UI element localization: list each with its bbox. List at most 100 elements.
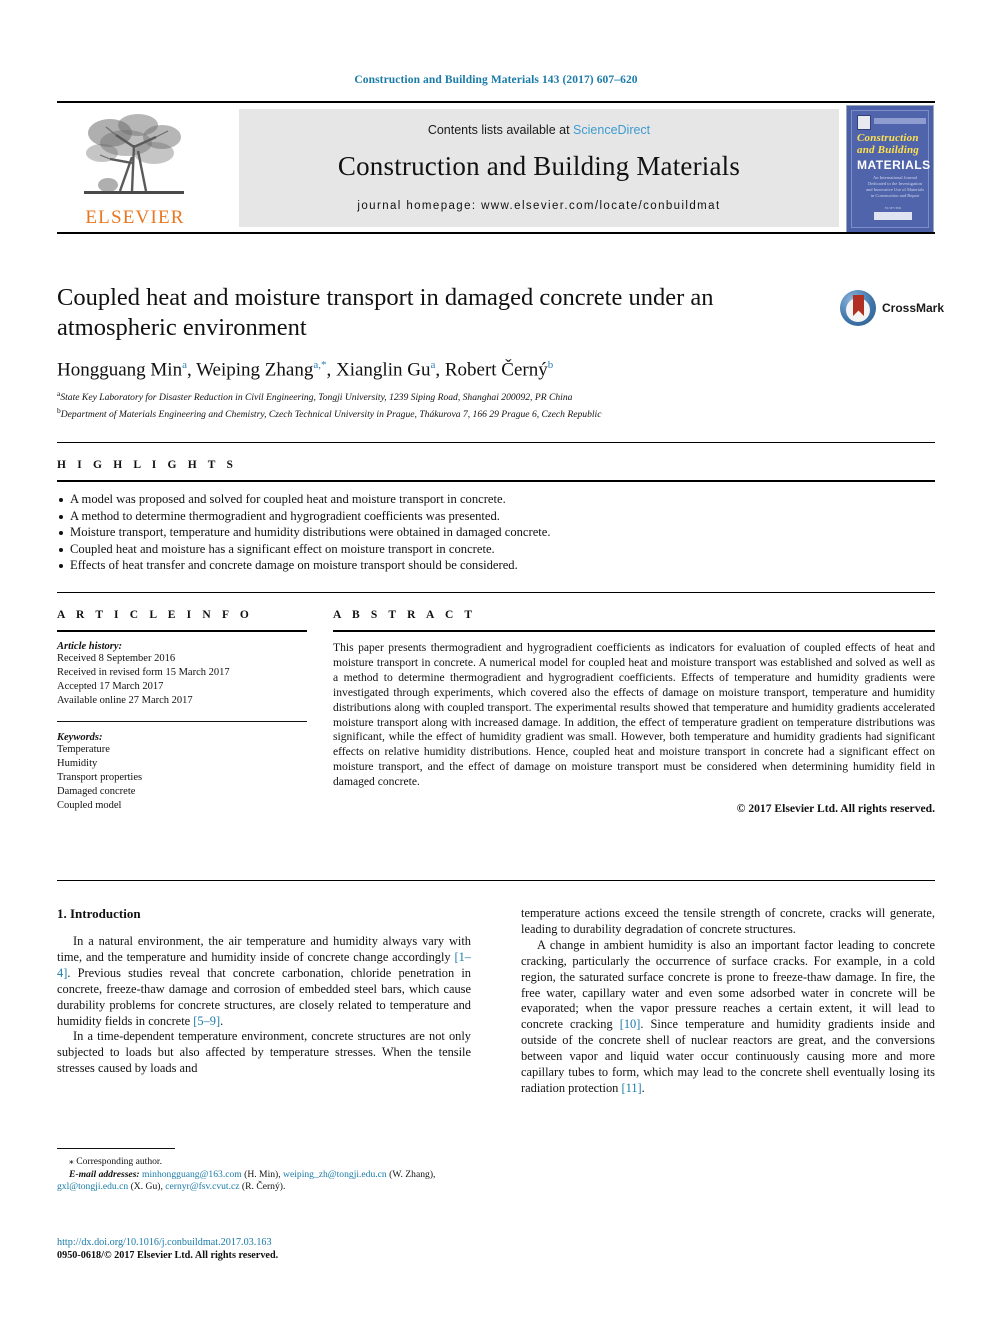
cover-title-line-2: and Building bbox=[857, 144, 920, 156]
author-name: Weiping Zhang bbox=[196, 359, 314, 381]
paragraph: In a time-dependent temperature environm… bbox=[57, 1029, 471, 1076]
article-history-label: Article history: bbox=[57, 641, 123, 652]
keywords-label: Keywords: bbox=[57, 732, 103, 743]
elsevier-wordmark: ELSEVIER bbox=[85, 207, 185, 228]
keyword-item: Temperature bbox=[57, 744, 110, 755]
journal-cover-thumbnail: Construction and Building MATERIALS An I… bbox=[846, 105, 934, 233]
affiliation-text: State Key Laboratory for Disaster Reduct… bbox=[60, 392, 573, 404]
citation-ref[interactable]: [10] bbox=[620, 1017, 641, 1031]
issn-copyright-line: 0950-0618/© 2017 Elsevier Ltd. All right… bbox=[57, 1250, 279, 1262]
article-history-item: Received in revised form 15 March 2017 bbox=[57, 667, 230, 678]
contents-line: Contents lists available at ScienceDirec… bbox=[239, 109, 839, 137]
email-owner: (X. Gu) bbox=[130, 1181, 161, 1193]
article-info-rule bbox=[57, 630, 307, 632]
highlights-heading: H I G H L I G H T S bbox=[57, 459, 238, 471]
journal-band: Contents lists available at ScienceDirec… bbox=[239, 109, 839, 227]
email-addresses-line: E-mail addresses: minhongguang@163.com (… bbox=[57, 1168, 436, 1193]
cover-top-bar bbox=[874, 118, 926, 124]
list-item: Moisture transport, temperature and humi… bbox=[57, 524, 935, 541]
affiliation-item: bDepartment of Materials Engineering and… bbox=[57, 405, 817, 422]
email-link[interactable]: cernyr@fsv.cvut.cz bbox=[165, 1181, 239, 1192]
running-head: Construction and Building Materials 143 … bbox=[354, 74, 638, 86]
list-item: A method to determine thermogradient and… bbox=[57, 508, 935, 525]
keyword-item: Coupled model bbox=[57, 800, 122, 811]
keywords-divider bbox=[57, 721, 307, 722]
list-item: Coupled heat and moisture has a signific… bbox=[57, 541, 935, 558]
paragraph: In a natural environment, the air temper… bbox=[57, 934, 471, 1028]
article-history-item: Available online 27 March 2017 bbox=[57, 695, 193, 706]
cover-footer-bar bbox=[874, 212, 912, 220]
list-item: Effects of heat transfer and concrete da… bbox=[57, 557, 935, 574]
corresponding-author-note: ⁎ Corresponding author. bbox=[69, 1156, 162, 1167]
highlights-section-rule bbox=[57, 592, 935, 593]
email-link[interactable]: weiping_zh@tongji.edu.cn bbox=[283, 1169, 387, 1180]
highlights-rule bbox=[57, 480, 935, 482]
cover-title-line-1: Construction bbox=[857, 132, 919, 144]
email-link[interactable]: minhongguang@163.com bbox=[142, 1169, 242, 1180]
page-title: Coupled heat and moisture transport in d… bbox=[57, 284, 714, 341]
title-block: Coupled heat and moisture transport in d… bbox=[57, 283, 817, 422]
article-info-heading: A R T I C L E I N F O bbox=[57, 609, 253, 621]
email-owner: (R. Černý) bbox=[241, 1181, 283, 1193]
crossmark-icon bbox=[840, 290, 876, 326]
footnote-block: ⁎ Corresponding author. E-mail addresses… bbox=[57, 1148, 471, 1194]
email-owner: (W. Zhang) bbox=[389, 1168, 434, 1180]
keyword-item: Humidity bbox=[57, 758, 98, 769]
cover-inner-panel: Construction and Building MATERIALS An I… bbox=[851, 110, 931, 228]
article-history-item: Accepted 17 March 2017 bbox=[57, 681, 164, 692]
affiliation-text: Department of Materials Engineering and … bbox=[60, 409, 602, 421]
citation-ref[interactable]: [11] bbox=[621, 1081, 641, 1095]
title-section-rule bbox=[57, 442, 935, 443]
author-affiliation-mark[interactable]: a,* bbox=[313, 359, 326, 371]
list-item: A model was proposed and solved for coup… bbox=[57, 491, 935, 508]
abstract-section: A B S T R A C T This paper presents ther… bbox=[333, 609, 935, 815]
journal-homepage-link[interactable]: journal homepage: www.elsevier.com/locat… bbox=[239, 200, 839, 212]
citation-ref[interactable]: [5–9] bbox=[193, 1014, 220, 1028]
body-column-right: temperature actions exceed the tensile s… bbox=[521, 906, 935, 1097]
citation-ref[interactable]: [1–4] bbox=[57, 950, 471, 980]
journal-title: Construction and Building Materials bbox=[337, 151, 741, 181]
paper-page: Construction and Building Materials 143 … bbox=[0, 0, 992, 1323]
author-name: Robert Černý bbox=[444, 359, 548, 381]
contents-prefix: Contents lists available at bbox=[427, 123, 570, 137]
journal-masthead: ELSEVIER Contents lists available at Sci… bbox=[57, 101, 935, 234]
elsevier-tree-svg bbox=[84, 114, 184, 194]
highlights-list: A model was proposed and solved for coup… bbox=[57, 491, 935, 574]
abstract-rule bbox=[333, 630, 935, 632]
doi-block: http://dx.doi.org/10.1016/j.conbuildmat.… bbox=[57, 1236, 471, 1263]
affiliation-item: aState Key Laboratory for Disaster Reduc… bbox=[57, 388, 817, 405]
cover-blurb: An International Journal Dedicated to th… bbox=[866, 175, 924, 198]
author-affiliation-mark[interactable]: b bbox=[548, 359, 554, 371]
email-addresses-label: E-mail addresses: bbox=[69, 1168, 140, 1180]
masthead-bottom-rule bbox=[57, 232, 935, 234]
section-heading-introduction: 1. Introduction bbox=[57, 906, 141, 921]
highlights-section: H I G H L I G H T S A model was proposed… bbox=[57, 459, 935, 574]
crossmark-badge[interactable]: CrossMark bbox=[840, 288, 944, 328]
abstract-text: This paper presents thermogradient and h… bbox=[333, 641, 935, 789]
sciencedirect-link[interactable]: ScienceDirect bbox=[573, 123, 650, 137]
footnote-rule bbox=[57, 1148, 175, 1149]
author-affiliation-mark[interactable]: a bbox=[430, 359, 435, 371]
paragraph: temperature actions exceed the tensile s… bbox=[521, 906, 935, 936]
article-history-item: Received 8 September 2016 bbox=[57, 653, 176, 664]
masthead-top-rule bbox=[57, 101, 935, 103]
keyword-item: Transport properties bbox=[57, 772, 143, 783]
article-info-section: A R T I C L E I N F O Article history: R… bbox=[57, 609, 307, 813]
keyword-item: Damaged concrete bbox=[57, 786, 136, 797]
author-list: Hongguang Mina, Weiping Zhanga,*, Xiangl… bbox=[57, 359, 554, 381]
crossmark-label: CrossMark bbox=[882, 301, 945, 315]
elsevier-tree-icon bbox=[76, 111, 194, 203]
email-owner: (H. Min) bbox=[244, 1168, 279, 1180]
abstract-section-rule bbox=[57, 880, 935, 881]
cover-footer-label: ELSEVIER bbox=[884, 206, 902, 210]
body-column-left: 1. Introduction In a natural environment… bbox=[57, 906, 471, 1077]
author-name: Xianglin Gu bbox=[335, 359, 431, 381]
elsevier-logo: ELSEVIER bbox=[65, 111, 205, 229]
abstract-copyright: © 2017 Elsevier Ltd. All rights reserved… bbox=[736, 802, 935, 816]
email-link[interactable]: gxl@tongji.edu.cn bbox=[57, 1181, 128, 1192]
doi-link[interactable]: http://dx.doi.org/10.1016/j.conbuildmat.… bbox=[57, 1236, 471, 1249]
affiliation-list: aState Key Laboratory for Disaster Reduc… bbox=[57, 388, 817, 421]
paragraph: A change in ambient humidity is also an … bbox=[521, 937, 935, 1095]
author-affiliation-mark[interactable]: a bbox=[182, 359, 187, 371]
cover-title-line-3: MATERIALS bbox=[857, 158, 931, 172]
